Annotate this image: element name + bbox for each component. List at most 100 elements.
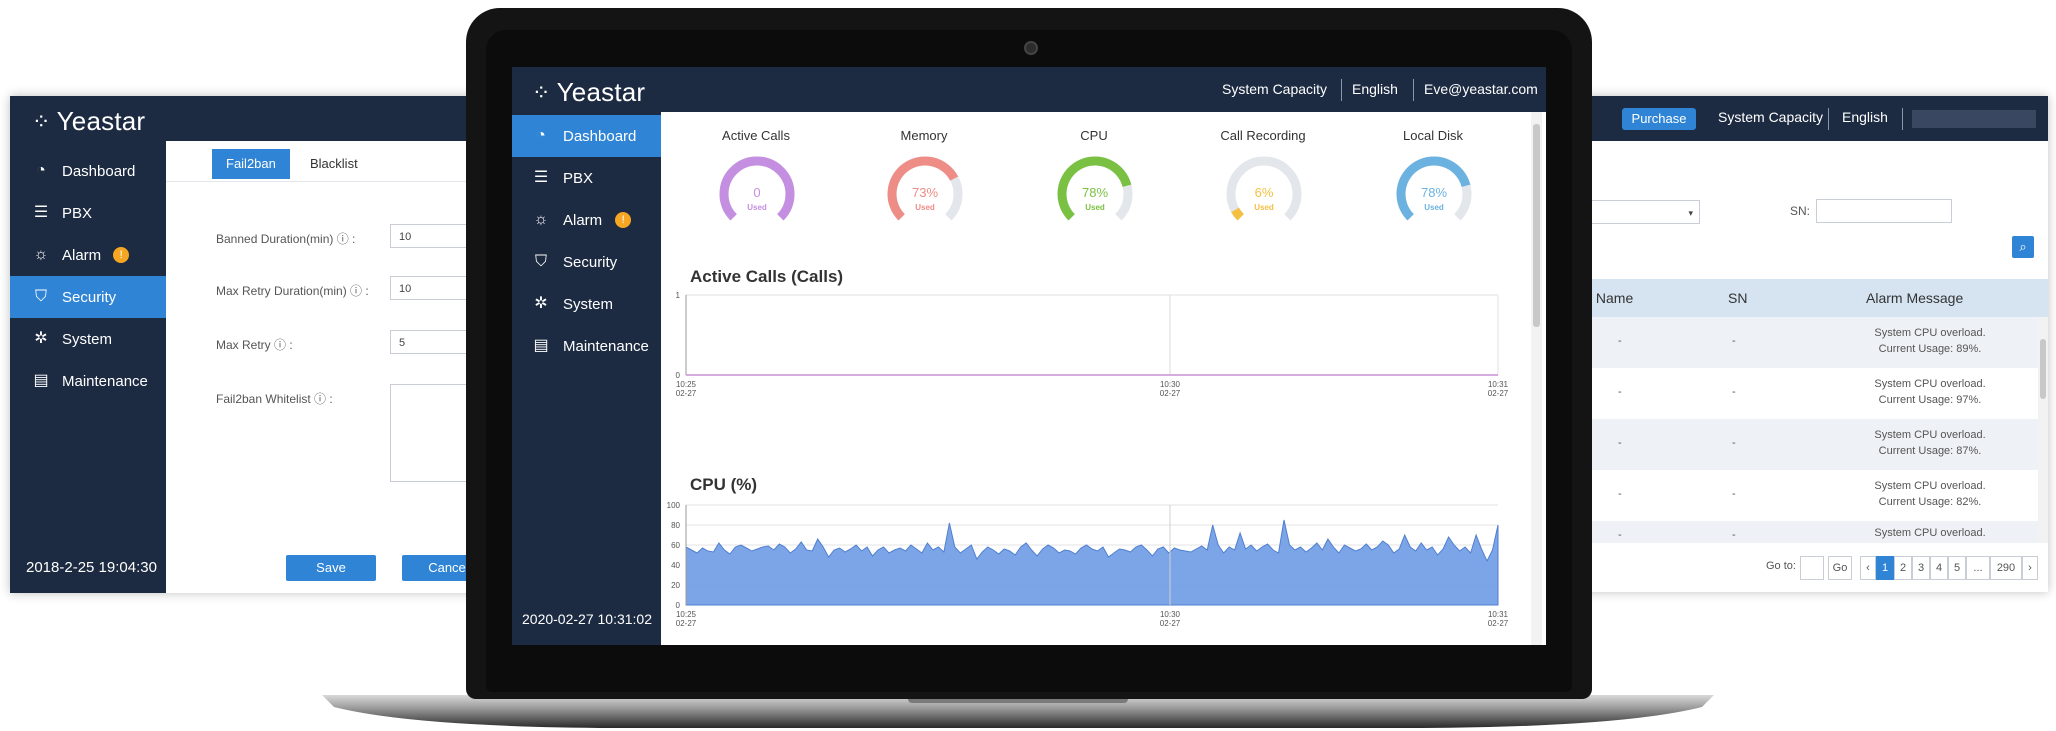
system-capacity-link[interactable]: System Capacity (1718, 109, 1823, 125)
sn-cell: - (1732, 335, 1736, 347)
table-row[interactable]: - - System CPU overload. Current Usage: … (1560, 368, 2038, 419)
banned-duration-label: Banned Duration(min) ⓘ : (216, 232, 356, 246)
x-tick-time: 10:30 (1160, 380, 1181, 389)
nav-label: System (563, 295, 614, 313)
nav-label: PBX (563, 169, 594, 187)
search-icon: ⌕ (2019, 239, 2027, 254)
screen-nav-list: ◔ Dashboard ☰ PBX ☼ Alarm! ⛉ Security ✲ Syste… (512, 115, 661, 367)
nav-pbx[interactable]: ☰ PBX (512, 157, 661, 199)
nav-security[interactable]: ⛉ Security (512, 241, 661, 283)
sn-input[interactable] (1816, 199, 1952, 223)
search-button[interactable]: ⌕ (2012, 236, 2034, 258)
system-capacity-link[interactable]: System Capacity (1222, 81, 1327, 97)
gauge-label-local-disk: Local Disk (1403, 128, 1463, 143)
nav-alarm[interactable]: ☼ Alarm! (512, 199, 661, 241)
user-account[interactable]: Eve@yeastar.com (1424, 81, 1538, 97)
prev-page-button[interactable]: ‹ (1860, 556, 1876, 580)
y-tick-label: 0 (676, 371, 681, 380)
screen-topbar: System Capacity English Eve@yeastar.com (661, 67, 1546, 112)
left-nav-alarm[interactable]: ☼ Alarm! (10, 234, 166, 276)
table-scrollbar[interactable] (2038, 317, 2048, 543)
tab-blacklist[interactable]: Blacklist (296, 149, 372, 179)
go-button[interactable]: Go (1828, 556, 1852, 580)
topbar-divider (1341, 79, 1342, 101)
left-nav-label: Security (62, 288, 117, 306)
purchase-button[interactable]: Purchase (1622, 108, 1696, 130)
x-tick-date: 02-27 (676, 619, 697, 628)
sn-cell: - (1732, 386, 1736, 398)
left-nav-dashboard[interactable]: ◔ Dashboard (10, 150, 166, 192)
yeastar-logo: ⁘ Yeastar (32, 106, 145, 137)
alarm-icon: ☼ (533, 211, 549, 228)
table-row[interactable]: - - System CPU overload. Current Usage: … (1560, 317, 2038, 368)
blurred-user (1912, 110, 2036, 128)
nav-maintenance[interactable]: ▤ Maintenance (512, 325, 661, 367)
screen-sidebar: ⁘ Yeastar ◔ Dashboard ☰ PBX ☼ Alarm! ⛉ Secur… (512, 67, 661, 645)
pbx-icon: ☰ (33, 204, 49, 221)
pbx-cell: - (1618, 437, 1622, 449)
page-last[interactable]: 290 (1990, 556, 2022, 580)
table-row[interactable]: - - System CPU overload. (1560, 521, 2038, 543)
goto-input[interactable] (1800, 556, 1824, 580)
page-5[interactable]: 5 (1948, 556, 1966, 580)
message-line-2: Current Usage: 87%. (1878, 445, 1982, 457)
tab-fail2ban[interactable]: Fail2ban (212, 149, 290, 179)
chevron-left-icon: ‹ (1866, 562, 1870, 574)
x-tick-date: 02-27 (1160, 389, 1181, 398)
left-nav-system[interactable]: ✲ System (10, 318, 166, 360)
gauge-value: 78% (1421, 185, 1447, 200)
nav-dashboard[interactable]: ◔ Dashboard (512, 115, 661, 157)
page-3[interactable]: 3 (1912, 556, 1930, 580)
gauge-sub-label: Used (747, 203, 767, 212)
nav-label: Dashboard (563, 127, 637, 145)
nav-system[interactable]: ✲ System (512, 283, 661, 325)
pbx-cell: - (1618, 529, 1622, 541)
chevron-right-icon: › (2028, 562, 2032, 574)
x-tick-date: 02-27 (1160, 619, 1181, 628)
left-nav-pbx[interactable]: ☰ PBX (10, 192, 166, 234)
gauge-sub-label: Used (915, 203, 935, 212)
y-tick-label: 60 (671, 541, 680, 550)
sn-cell: - (1732, 437, 1736, 449)
gauge-value: 73% (912, 185, 938, 200)
nav-label: Security (563, 253, 618, 271)
left-nav-security[interactable]: ⛉ Security (10, 276, 166, 318)
language-selector[interactable]: English (1352, 81, 1398, 97)
gear-icon: ✲ (34, 330, 48, 347)
table-scroll-thumb[interactable] (2040, 339, 2046, 399)
gauge-value: 0 (753, 185, 760, 200)
left-nav-maintenance[interactable]: ▤ Maintenance (10, 360, 166, 402)
gauge-sub-label: Used (1424, 203, 1444, 212)
camera-icon (1024, 41, 1038, 55)
cpu-area-series (685, 519, 1499, 606)
laptop-screen: ⁘ Yeastar ◔ Dashboard ☰ PBX ☼ Alarm! ⛉ Secur… (512, 67, 1546, 645)
cpu-chart: 10080604020010:2502-2710:3002-2710:3102-… (667, 501, 1509, 628)
yeastar-logo: ⁘ Yeastar (532, 77, 645, 108)
active-calls-chart-title: Active Calls (Calls) (690, 267, 844, 286)
y-tick-label: 1 (676, 291, 681, 300)
table-row[interactable]: - - System CPU overload. Current Usage: … (1560, 470, 2038, 521)
chevron-down-icon: ▾ (1688, 208, 1693, 218)
whitelist-label: Fail2ban Whitelist ⓘ : (216, 392, 333, 406)
next-page-button[interactable]: › (2022, 556, 2038, 580)
gauge-active-calls: 0 Used (719, 156, 795, 221)
cpu-chart-title: CPU (%) (690, 475, 758, 494)
page-2[interactable]: 2 (1894, 556, 1912, 580)
language-selector[interactable]: English (1842, 109, 1888, 125)
max-retry-label: Max Retry ⓘ : (216, 338, 293, 352)
screen-scrollbar[interactable] (1531, 112, 1542, 645)
page-ellipsis[interactable]: ... (1966, 556, 1990, 580)
gear-icon: ✲ (534, 295, 548, 312)
alarm-icon: ☼ (33, 246, 49, 263)
message-line-1: System CPU overload. (1874, 327, 1986, 339)
table-row[interactable]: - - System CPU overload. Current Usage: … (1560, 419, 2038, 470)
screen-scroll-thumb[interactable] (1533, 124, 1540, 327)
gauge-local-disk: 78% Used (1396, 156, 1472, 221)
save-button[interactable]: Save (286, 555, 376, 581)
sn-cell: - (1732, 488, 1736, 500)
yeastar-logo-icon: ⁘ (32, 108, 51, 134)
message-line-2: Current Usage: 97%. (1878, 394, 1982, 406)
page-1[interactable]: 1 (1876, 556, 1894, 580)
page-4[interactable]: 4 (1930, 556, 1948, 580)
gauge-label-memory: Memory (900, 128, 948, 143)
